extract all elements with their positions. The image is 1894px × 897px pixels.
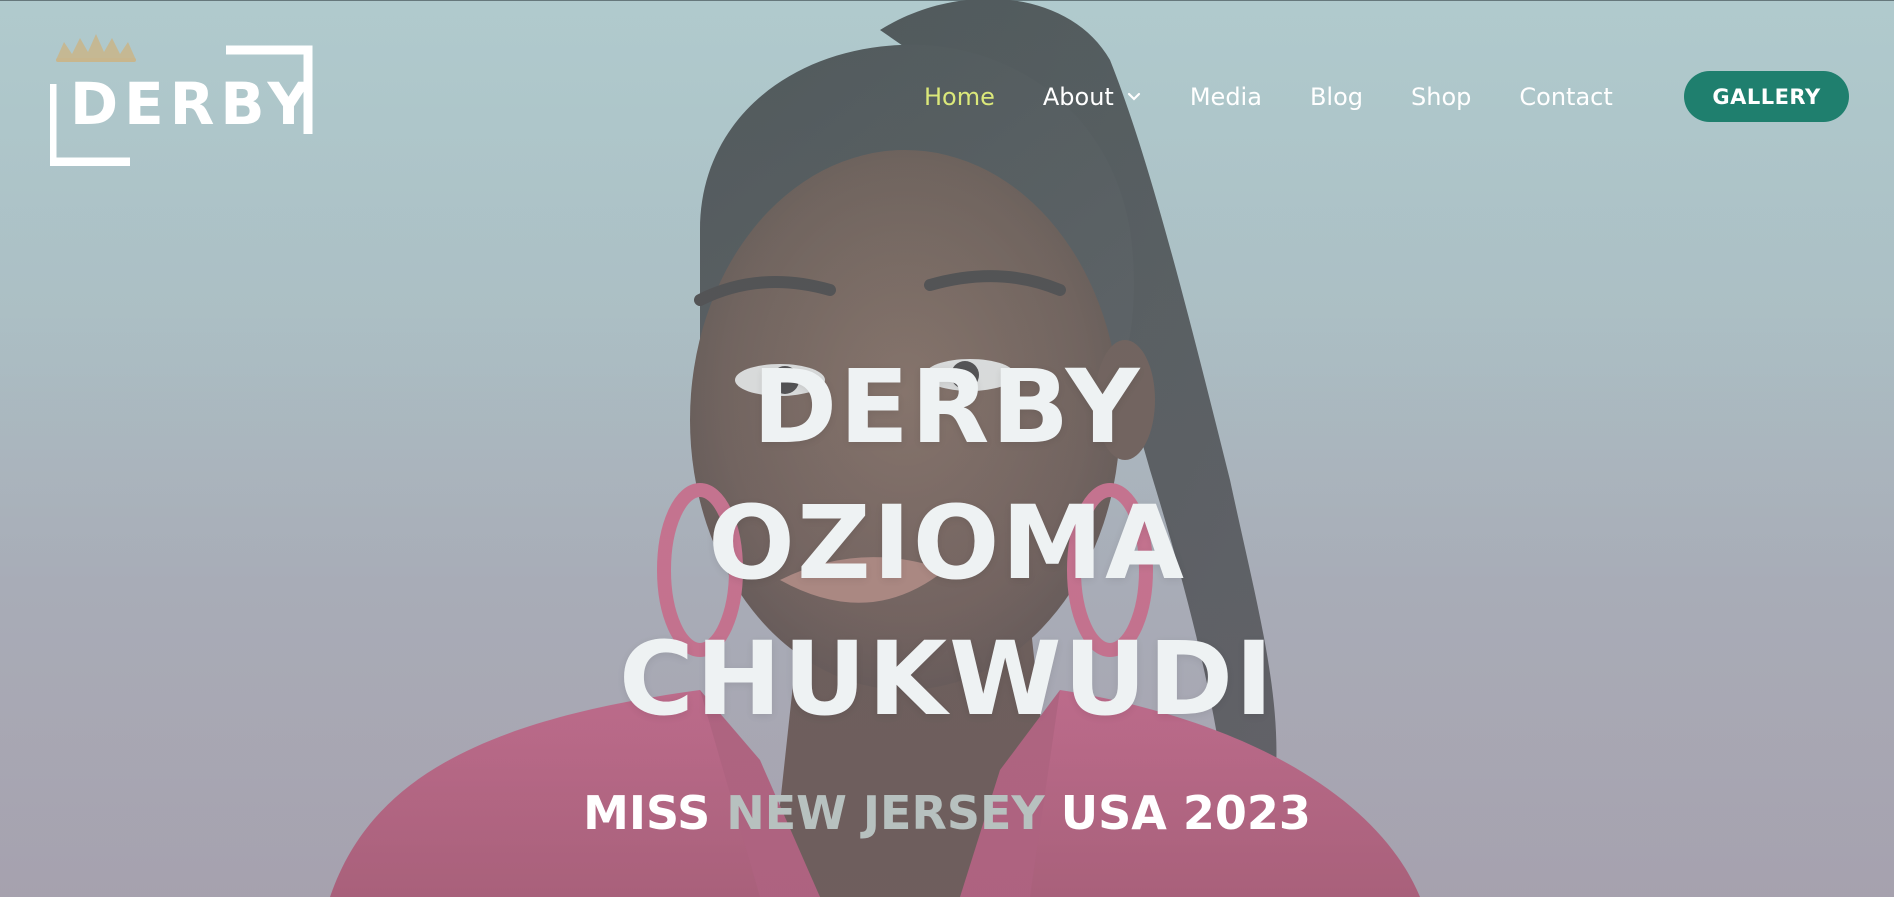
logo-mark: DERBY [47,34,315,167]
nav-blog[interactable]: Blog [1310,83,1363,111]
hero-title-line: CHUKWUDI [618,620,1276,739]
nav-home[interactable]: Home [924,83,995,111]
hero-title: DERBY OZIOMA CHUKWUDI [0,340,1894,748]
hero-section: DERBY Home About Media Blog Shop Contact… [0,0,1894,897]
hero-subtitle: MISS NEW JERSEY USA 2023 [0,786,1894,840]
logo-text: DERBY [70,70,315,138]
hero-title-line: OZIOMA [708,484,1186,603]
nav-about[interactable]: About [1043,83,1142,111]
crown-icon [56,34,136,62]
nav-about-label: About [1042,83,1114,111]
gallery-button[interactable]: GALLERY [1684,71,1849,122]
nav-contact[interactable]: Contact [1519,83,1612,111]
subtitle-accent: NEW JERSEY [726,786,1045,840]
derby-logo[interactable]: DERBY [47,26,316,167]
subtitle-part-2: USA 2023 [1044,786,1311,840]
subtitle-part-1: MISS [583,786,727,840]
main-nav: Home About Media Blog Shop Contact [924,70,1661,124]
nav-shop[interactable]: Shop [1411,83,1471,111]
chevron-down-icon [1127,92,1140,101]
hero-title-line: DERBY [752,348,1142,467]
nav-media[interactable]: Media [1190,83,1262,111]
